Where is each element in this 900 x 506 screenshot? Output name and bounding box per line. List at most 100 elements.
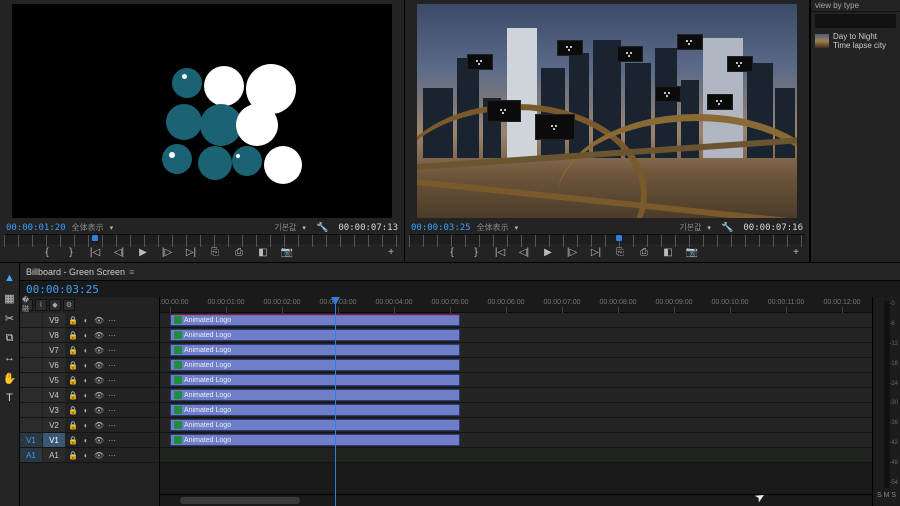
insert-button[interactable]: ⎘	[208, 246, 222, 260]
track-toggle[interactable]: ⋯	[107, 390, 117, 400]
source-res-dropdown[interactable]: 기본값	[274, 222, 296, 233]
clip[interactable]: Animated Logo	[170, 374, 460, 386]
program-video-frame[interactable]	[417, 4, 797, 218]
tool-button[interactable]: T	[3, 391, 17, 405]
source-patch[interactable]	[20, 343, 42, 357]
step-back-button[interactable]: ◁|	[517, 246, 531, 260]
export-frame-button[interactable]: ◧	[256, 246, 270, 260]
clip[interactable]: Animated Logo	[170, 359, 460, 371]
source-patch[interactable]: V1	[20, 433, 42, 447]
scrollbar-thumb[interactable]	[180, 497, 300, 504]
track-toggle[interactable]: ◐	[81, 360, 91, 370]
track-target[interactable]: V3	[43, 403, 65, 417]
program-zoom-dropdown[interactable]: 全体表示	[477, 222, 509, 233]
source-patch[interactable]	[20, 373, 42, 387]
track-toggle[interactable]: ◐	[81, 435, 91, 445]
clip[interactable]: Animated Logo	[170, 329, 460, 341]
track-lane[interactable]: Animated Logo	[160, 328, 872, 343]
track-target[interactable]: V4	[43, 388, 65, 402]
source-patch[interactable]: A1	[20, 448, 42, 462]
lift-button[interactable]: ⎘	[613, 246, 627, 260]
export-frame-button[interactable]: ◧	[661, 246, 675, 260]
timeline-playhead[interactable]	[335, 297, 336, 506]
linked-sel-toggle[interactable]: ⌇	[35, 299, 47, 311]
settings-icon[interactable]: ⚙	[63, 299, 75, 311]
track-toggle[interactable]: 👁	[94, 390, 104, 400]
time-ruler[interactable]: 00:00:00:0000:00:01:0000:00:02:0000:00:0…	[160, 297, 872, 313]
source-scrubber[interactable]	[4, 234, 400, 244]
track-toggle[interactable]: 👁	[94, 420, 104, 430]
clip[interactable]: Animated Logo	[170, 314, 460, 326]
mark-in-button[interactable]: {	[445, 246, 459, 260]
track-toggle[interactable]: 🔒	[68, 435, 78, 445]
source-patch[interactable]	[20, 358, 42, 372]
track-toggle[interactable]: 🔒	[68, 390, 78, 400]
tracks-canvas[interactable]: 00:00:00:0000:00:01:0000:00:02:0000:00:0…	[160, 297, 872, 506]
source-zoom-dropdown[interactable]: 全体表示	[72, 222, 104, 233]
track-toggle[interactable]: 🔒	[68, 315, 78, 325]
button-editor-plus[interactable]: +	[384, 246, 398, 260]
track-toggle[interactable]: ◐	[81, 420, 91, 430]
tool-button[interactable]: ✋	[3, 371, 17, 385]
mark-out-button[interactable]: }	[469, 246, 483, 260]
settings-wrench-icon[interactable]: 🔧	[316, 222, 328, 233]
program-playhead-icon[interactable]	[614, 235, 624, 245]
track-toggle[interactable]: 👁	[94, 360, 104, 370]
goto-in-button[interactable]: |◁	[493, 246, 507, 260]
snapshot-button[interactable]: 📷	[685, 246, 699, 260]
settings-wrench-icon[interactable]: 🔧	[721, 222, 733, 233]
track-toggle[interactable]: ◐	[81, 405, 91, 415]
button-editor-plus[interactable]: +	[789, 246, 803, 260]
track-toggle[interactable]: ⋯	[107, 435, 117, 445]
track-toggle[interactable]: 🔒	[68, 405, 78, 415]
goto-in-button[interactable]: |◁	[88, 246, 102, 260]
snap-toggle[interactable]: �磁	[21, 299, 33, 311]
track-lane[interactable]	[160, 448, 872, 463]
track-toggle[interactable]: ◐	[81, 315, 91, 325]
play-button[interactable]: ▶	[136, 246, 150, 260]
track-lane[interactable]: Animated Logo	[160, 388, 872, 403]
track-toggle[interactable]: ⋯	[107, 420, 117, 430]
track-target[interactable]: V2	[43, 418, 65, 432]
track-lane[interactable]: Animated Logo	[160, 313, 872, 328]
marker-toggle[interactable]: ◆	[49, 299, 61, 311]
track-lane[interactable]: Animated Logo	[160, 358, 872, 373]
track-header[interactable]: A1A1🔒◐👁⋯	[20, 448, 159, 463]
track-header[interactable]: V2🔒◐👁⋯	[20, 418, 159, 433]
track-lane[interactable]: Animated Logo	[160, 418, 872, 433]
track-lane[interactable]: Animated Logo	[160, 343, 872, 358]
track-toggle[interactable]: 🔒	[68, 360, 78, 370]
track-lane[interactable]: Animated Logo	[160, 403, 872, 418]
goto-out-button[interactable]: ▷|	[184, 246, 198, 260]
clip[interactable]: Animated Logo	[170, 344, 460, 356]
source-playhead-icon[interactable]	[90, 235, 100, 245]
project-search-input[interactable]	[815, 14, 896, 28]
clip[interactable]: Animated Logo	[170, 404, 460, 416]
project-item[interactable]: Day to Night Time lapse city	[811, 30, 900, 52]
track-header[interactable]: V3🔒◐👁⋯	[20, 403, 159, 418]
track-toggle[interactable]: 🔒	[68, 345, 78, 355]
track-toggle[interactable]: 👁	[94, 375, 104, 385]
source-video-frame[interactable]	[12, 4, 392, 218]
track-toggle[interactable]: 👁	[94, 345, 104, 355]
track-toggle[interactable]: 🔒	[68, 420, 78, 430]
step-back-button[interactable]: ◁|	[112, 246, 126, 260]
program-res-dropdown[interactable]: 기본값	[679, 222, 701, 233]
track-toggle[interactable]: 👁	[94, 315, 104, 325]
track-toggle[interactable]: 👁	[94, 405, 104, 415]
track-target[interactable]: A1	[43, 448, 65, 462]
track-target[interactable]: V6	[43, 358, 65, 372]
track-toggle[interactable]: ⋯	[107, 345, 117, 355]
tool-button[interactable]: ▦	[3, 291, 17, 305]
track-lane[interactable]: Animated Logo	[160, 433, 872, 448]
track-header[interactable]: V4🔒◐👁⋯	[20, 388, 159, 403]
step-fwd-button[interactable]: |▷	[565, 246, 579, 260]
mute-toggle[interactable]: ⋯	[107, 450, 117, 460]
tool-button[interactable]: ⧉	[3, 331, 17, 345]
track-target[interactable]: V5	[43, 373, 65, 387]
mark-in-button[interactable]: {	[40, 246, 54, 260]
program-current-tc[interactable]: 00:00:03:25	[411, 223, 471, 233]
close-tab-icon[interactable]: ≡	[129, 267, 134, 277]
track-toggle[interactable]: 🔒	[68, 330, 78, 340]
mute-toggle[interactable]: 👁	[94, 450, 104, 460]
